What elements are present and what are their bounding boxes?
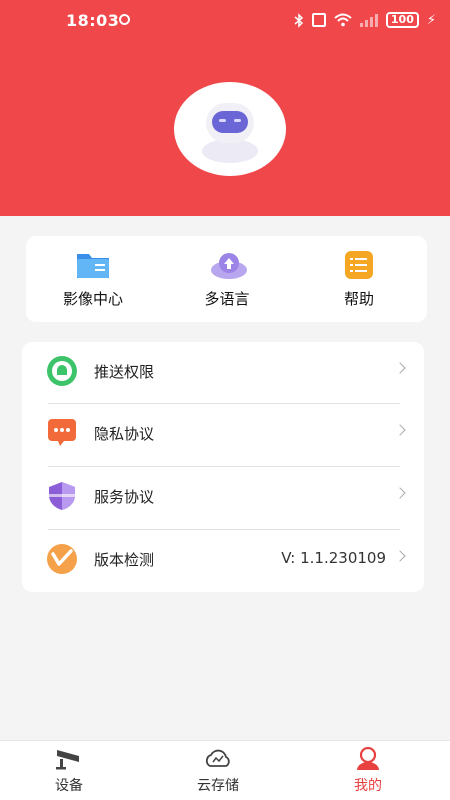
shield-icon [49, 482, 75, 510]
menu-item-push-permission[interactable]: 推送权限 [22, 342, 424, 402]
tab-cloud-storage[interactable]: 云存储 [163, 747, 273, 795]
status-bar: 18:03 100 ⚡ [0, 0, 450, 40]
cloud-icon [203, 747, 233, 771]
help-list-icon [341, 250, 377, 280]
bell-icon [47, 356, 77, 386]
menu-item-label: 推送权限 [94, 363, 155, 381]
chevron-right-icon [394, 550, 406, 562]
cloud-upload-icon [209, 250, 247, 280]
tab-label: 云存储 [197, 778, 239, 794]
notification-icon [119, 14, 130, 25]
menu-item-privacy-policy[interactable]: 隐私协议 [22, 404, 424, 464]
version-value: V: 1.1.230109 [281, 549, 386, 567]
quick-action-help[interactable]: 帮助 [304, 246, 414, 309]
settings-menu-card: 推送权限 隐私协议 服务协议 版本检测 V: 1.1.230109 [22, 342, 424, 592]
person-icon [353, 746, 383, 771]
tab-label: 设备 [55, 778, 83, 794]
tab-devices[interactable]: 设备 [14, 747, 124, 795]
quick-action-language[interactable]: 多语言 [172, 246, 282, 309]
menu-item-label: 版本检测 [94, 551, 155, 569]
menu-item-version-check[interactable]: 版本检测 V: 1.1.230109 [22, 530, 424, 590]
signal-icon [359, 13, 378, 27]
bluetooth-icon [294, 12, 303, 28]
quick-action-label: 多语言 [204, 290, 250, 308]
quick-action-media-center[interactable]: 影像中心 [38, 246, 148, 309]
bottom-tab-bar: 设备 云存储 我的 [0, 740, 450, 800]
quick-action-label: 影像中心 [62, 290, 123, 308]
vibrate-icon [311, 13, 326, 27]
menu-item-label: 服务协议 [94, 488, 155, 506]
menu-item-label: 隐私协议 [94, 425, 155, 443]
wifi-icon [334, 13, 352, 27]
tab-label: 我的 [354, 778, 382, 794]
tab-mine[interactable]: 我的 [313, 746, 423, 795]
status-time: 18:03 [66, 11, 120, 30]
chevron-right-icon [394, 424, 406, 436]
menu-item-service-agreement[interactable]: 服务协议 [22, 467, 424, 527]
folder-icon [75, 250, 111, 280]
battery-icon: 100 [385, 12, 419, 28]
robot-avatar-icon [202, 103, 258, 163]
quick-action-label: 帮助 [343, 290, 374, 308]
chevron-right-icon [394, 487, 406, 499]
version-icon [47, 544, 77, 574]
camera-icon [54, 747, 84, 771]
charging-icon: ⚡ [426, 12, 436, 28]
avatar[interactable] [174, 82, 286, 176]
chevron-right-icon [394, 362, 406, 374]
quick-actions-card: 影像中心 多语言 帮助 [26, 236, 427, 322]
profile-header: 18:03 100 ⚡ [0, 0, 450, 216]
message-dots-icon [48, 419, 76, 446]
status-icons: 100 ⚡ [294, 12, 436, 28]
